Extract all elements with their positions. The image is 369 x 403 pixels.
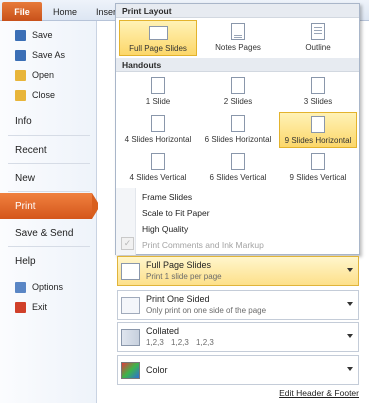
nav-print[interactable]: Print [0,193,100,219]
collation-setting-dropdown[interactable]: Collated 1,2,3 1,2,3 1,2,3 [117,322,359,352]
setting-title: Collated [146,326,180,336]
menu-frame-slides[interactable]: Frame Slides [142,192,192,202]
nav-open-label: Open [32,70,55,80]
chevron-down-icon [347,367,353,371]
option-6-slides-vertical[interactable]: 6 Slides Vertical [199,150,277,186]
print-layout-dropdown: Print Layout Full Page Slides Notes Page… [115,3,360,255]
file-tab[interactable]: File [2,2,42,21]
option-outline[interactable]: Outline [279,20,357,56]
outline-page-icon [311,23,325,40]
option-notes-pages[interactable]: Notes Pages [199,20,277,56]
setting-title: Print One Sided [146,294,210,304]
nav-close[interactable]: Close [0,85,97,105]
nav-save-label: Save [32,30,53,40]
nav-save-as-label: Save As [32,50,66,60]
handout-4-horizontal-icon [151,115,165,132]
nav-divider [8,135,90,136]
option-label: 1 Slide [145,97,171,106]
nav-save-send[interactable]: Save & Send [0,220,97,246]
edit-header-footer-link[interactable]: Edit Header & Footer [279,388,359,398]
sides-setting-dropdown[interactable]: Print One Sided Only print on one side o… [117,290,359,320]
option-9-slides-horizontal[interactable]: 9 Slides Horizontal [279,112,357,148]
full-page-slide-icon [121,263,140,280]
option-9-slides-vertical[interactable]: 9 Slides Vertical [279,150,357,186]
chevron-down-icon [347,334,353,338]
open-folder-icon [15,69,26,81]
option-2-slides[interactable]: 2 Slides [199,74,277,110]
nav-close-label: Close [32,90,56,100]
chevron-down-icon [347,302,353,306]
nav-options-label: Options [32,282,64,292]
nav-divider [8,191,90,192]
nav-divider [8,246,90,247]
color-setting-dropdown[interactable]: Color [117,355,359,385]
option-4-slides-horizontal[interactable]: 4 Slides Horizontal [119,112,197,148]
exit-icon [15,301,26,313]
option-6-slides-horizontal[interactable]: 6 Slides Horizontal [199,112,277,148]
option-label: 6 Slides Vertical [209,173,267,182]
option-label: 9 Slides Horizontal [284,136,352,145]
option-3-slides[interactable]: 3 Slides [279,74,357,110]
nav-exit-label: Exit [32,302,48,312]
handout-3-slides-icon [311,77,325,94]
handouts-header: Handouts [116,58,359,72]
nav-info[interactable]: Info [0,108,97,134]
nav-new[interactable]: New [0,165,97,191]
setting-subtitle: Only print on one side of the page [146,306,267,315]
option-label: 6 Slides Horizontal [204,135,272,144]
handout-6-vertical-icon [231,153,245,170]
menu-high-quality[interactable]: High Quality [142,224,188,234]
nav-save-as[interactable]: Save As [0,45,97,65]
setting-subtitle: 1,2,3 1,2,3 1,2,3 [146,338,214,347]
nav-save[interactable]: Save [0,25,97,45]
nav-recent[interactable]: Recent [0,137,97,163]
option-label: 3 Slides [303,97,333,106]
option-label: Notes Pages [215,43,261,52]
tab-home[interactable]: Home [53,3,77,20]
menu-print-comments: Print Comments and Ink Markup [142,240,264,250]
option-4-slides-vertical[interactable]: 4 Slides Vertical [119,150,197,186]
handout-2-slides-icon [231,77,245,94]
handout-9-vertical-icon [311,153,325,170]
handout-1-slide-icon [151,77,165,94]
handout-9-horizontal-icon [311,116,325,133]
nav-divider [8,163,90,164]
print-layout-header: Print Layout [116,4,359,18]
handout-4-vertical-icon [151,153,165,170]
nav-help[interactable]: Help [0,248,97,274]
close-folder-icon [15,89,26,101]
option-label: 9 Slides Vertical [289,173,347,182]
option-full-page-slides[interactable]: Full Page Slides [119,20,197,56]
setting-subtitle: Print 1 slide per page [146,272,222,281]
setting-title: Color [146,365,168,375]
option-label: 4 Slides Horizontal [124,135,192,144]
checkmark-icon: ✓ [121,237,134,250]
backstage-nav: Save Save As Open Close Info Recent New … [0,21,100,403]
full-page-slide-icon [148,26,168,40]
option-label: Full Page Slides [129,44,187,53]
notes-page-icon [231,23,245,40]
chevron-down-icon [347,268,353,272]
handout-6-horizontal-icon [231,115,245,132]
option-label: 2 Slides [223,97,253,106]
one-sided-icon [121,297,140,314]
save-icon [15,29,26,41]
options-icon [15,281,26,293]
nav-open[interactable]: Open [0,65,97,85]
collated-icon [121,329,140,346]
nav-exit[interactable]: Exit [0,297,97,317]
nav-options[interactable]: Options [0,277,97,297]
layout-setting-dropdown[interactable]: Full Page Slides Print 1 slide per page [117,256,359,286]
setting-title: Full Page Slides [146,260,212,270]
option-1-slide[interactable]: 1 Slide [119,74,197,110]
menu-scale-to-fit[interactable]: Scale to Fit Paper [142,208,210,218]
option-label: Outline [305,43,331,52]
color-icon [121,362,140,379]
save-as-icon [15,49,26,61]
option-label: 4 Slides Vertical [129,173,187,182]
